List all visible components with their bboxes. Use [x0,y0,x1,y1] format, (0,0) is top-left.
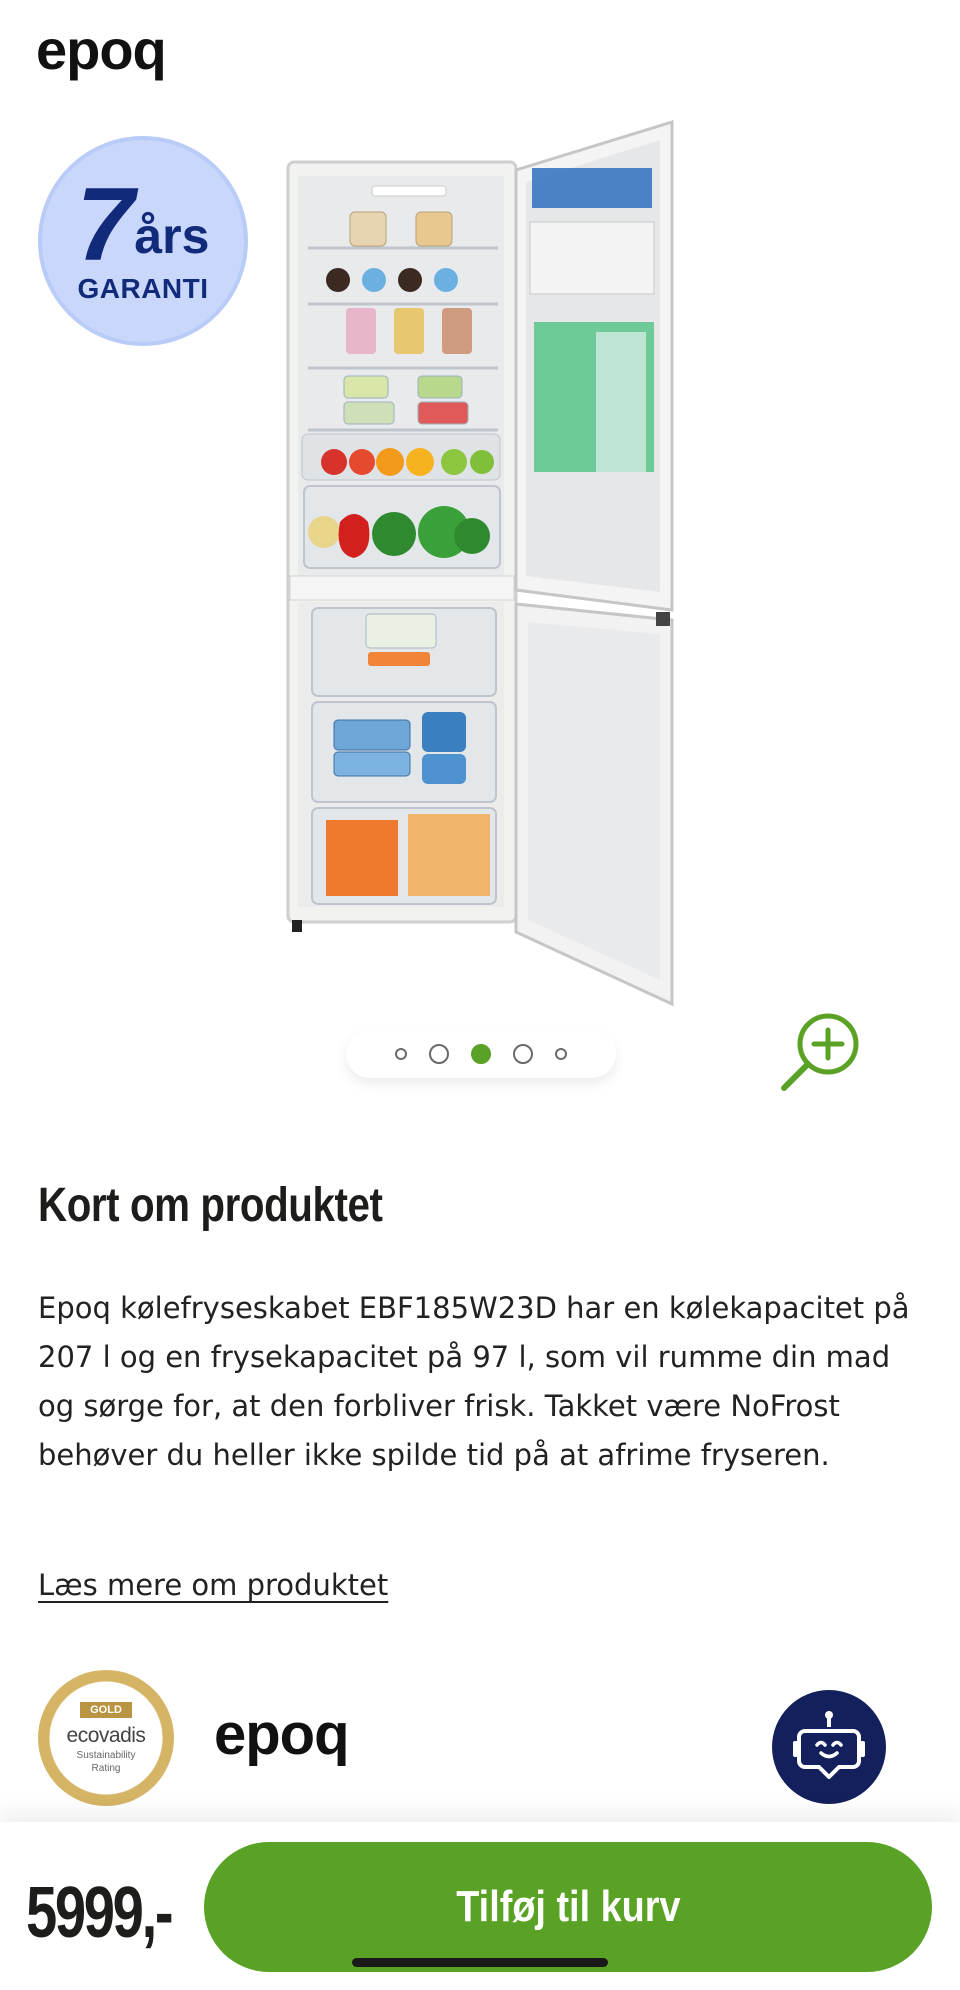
zoom-in-icon[interactable] [776,1008,864,1096]
ecovadis-brand: ecovadis [66,1724,146,1747]
warranty-word: års [134,207,210,264]
gallery-dot-1[interactable] [395,1048,407,1060]
ecovadis-line1: Sustainability [76,1750,136,1761]
ecovadis-ribbon: GOLD [80,1702,132,1718]
product-summary-heading: Kort om produktet [38,1179,383,1232]
product-description: Epoq kølefryseskabet EBF185W23D har en k… [38,1291,910,1472]
product-price: 5999,- [26,1873,174,1953]
chatbot-icon [793,1711,865,1779]
add-to-cart-label: Tilføj til kurv [455,1882,681,1931]
warranty-badge: 7 års GARANTI [38,136,248,346]
epoq-brand-logo[interactable]: epoq [214,1706,350,1764]
product-image[interactable] [276,112,696,1012]
ecovadis-line2: Rating [91,1763,121,1774]
warranty-years: 7 [76,166,135,283]
epoq-logo[interactable]: epoq [36,22,167,78]
gallery-dot-5[interactable] [555,1048,567,1060]
gallery-dot-3-active[interactable] [471,1044,491,1064]
warranty-label: GARANTI [77,273,209,305]
chatbot-button[interactable] [772,1690,886,1804]
gallery-pagination [346,1030,616,1078]
add-to-cart-button[interactable]: Tilføj til kurv [204,1842,932,1972]
gallery-dot-4[interactable] [513,1044,533,1064]
gallery-dot-2[interactable] [429,1044,449,1064]
ecovadis-gold-badge[interactable]: GOLD ecovadis Sustainability Rating [38,1670,174,1806]
read-more-link[interactable]: Læs mere om produktet [38,1568,388,1602]
home-indicator [352,1958,608,1967]
